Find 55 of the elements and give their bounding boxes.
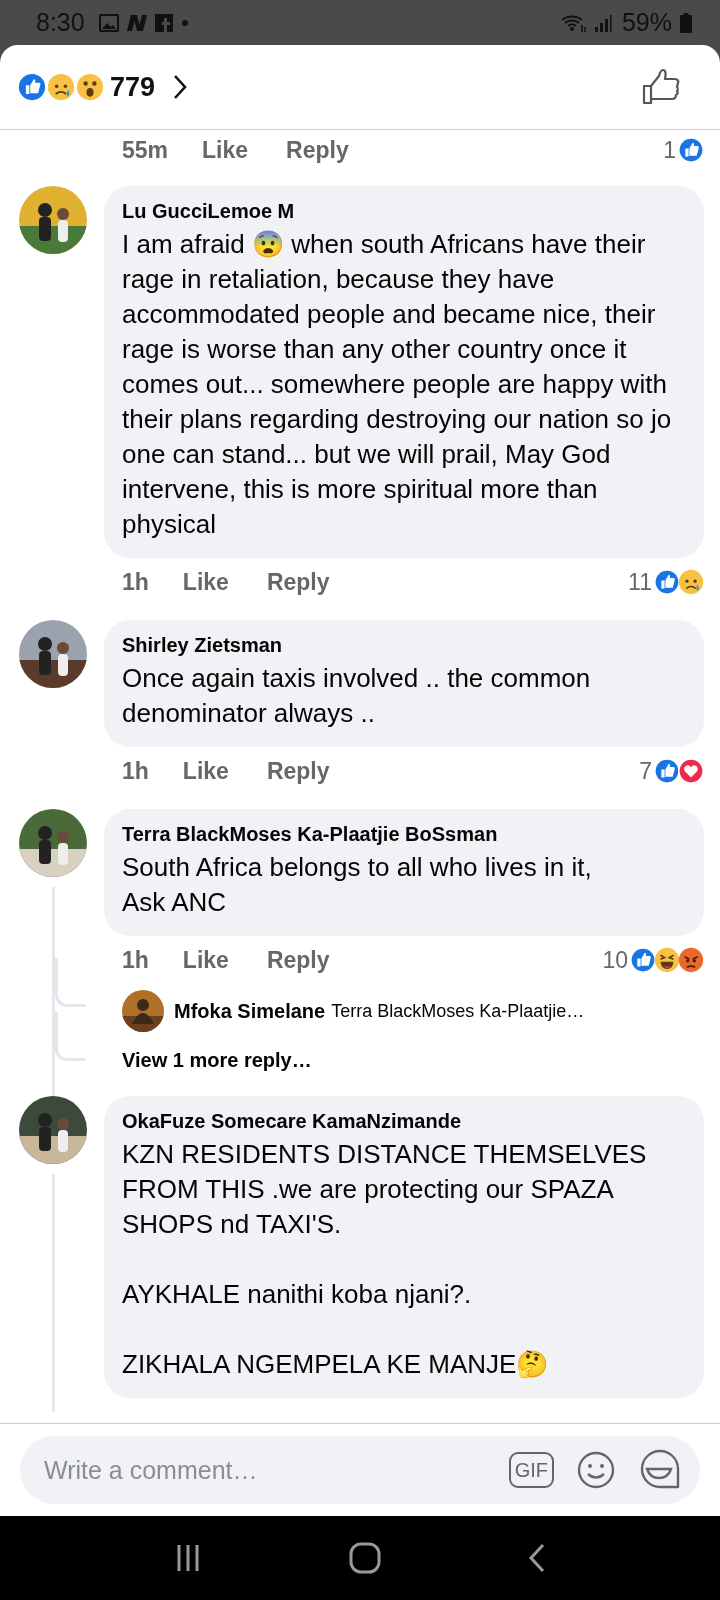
connector-line <box>55 958 86 1007</box>
comment-field[interactable]: Write a comment… GIF <box>20 1436 700 1504</box>
comment-author[interactable]: OkaFuze Somecare KamaNzimande <box>122 1110 680 1133</box>
comment-time: 1h <box>122 757 149 785</box>
thumbs-up-icon <box>18 73 46 101</box>
reaction-count: 10 <box>602 946 628 974</box>
comment-text: South Africa belongs to all who lives in it, Ask ANC <box>122 851 593 919</box>
comment-time: 55m <box>122 136 169 164</box>
reply-text: Terra BlackMoses Ka-Plaatjie… <box>331 1000 585 1022</box>
reaction-count: 11 <box>628 568 652 596</box>
crying-face-icon <box>47 73 75 101</box>
comment-time: 1h <box>122 568 149 596</box>
gif-button[interactable]: GIF <box>508 1452 554 1488</box>
app-icon <box>154 13 173 32</box>
battery-level: 59% <box>621 8 672 37</box>
image-icon <box>98 13 119 32</box>
angry-face-icon <box>678 947 704 973</box>
thumbs-up-icon <box>630 947 656 973</box>
connector-line <box>55 1012 86 1061</box>
crying-face-icon <box>678 569 704 595</box>
comment-text: Once again taxis involved .. the common denominator always .. <box>122 662 592 730</box>
battery-icon <box>680 12 692 33</box>
clock: 8:30 <box>36 8 85 37</box>
like-link[interactable]: Like <box>182 568 229 596</box>
reply-link[interactable]: Reply <box>266 568 330 596</box>
reaction-count[interactable]: 779 <box>110 71 156 103</box>
thumbs-up-icon <box>654 758 680 784</box>
home-icon[interactable] <box>348 1541 382 1575</box>
comment-time: 1h <box>122 946 149 974</box>
comment-author[interactable]: Shirley Zietsman <box>122 634 680 657</box>
reaction-count: 1 <box>663 136 676 164</box>
reply-link[interactable]: Reply <box>266 757 330 785</box>
comment-text: I am afraid 😨 when south Africans have their rage in retaliation, because they have accommodated people and became nice, their rage is worse than any other country once it comes out... somewhere people are happy with their plans regarding destroying our nation so jo one can stand... but we will prail, May God intervene, this is more spiritual more than physical <box>122 228 673 541</box>
surprised-face-icon <box>76 73 104 101</box>
like-link[interactable]: Like <box>202 136 249 164</box>
signal-icon <box>593 12 612 33</box>
smiley-icon[interactable] <box>576 1450 616 1490</box>
thumbs-up-icon <box>678 137 704 163</box>
chevron-right-icon[interactable] <box>173 74 188 100</box>
reply-link[interactable]: Reply <box>286 136 349 164</box>
reply-link[interactable]: Reply <box>266 946 330 974</box>
view-more-replies-link[interactable]: View 1 more reply… <box>122 1048 312 1072</box>
reaction-count: 7 <box>639 757 652 785</box>
reply-author[interactable]: Mfoka Simelane <box>174 999 326 1023</box>
laughing-face-icon <box>654 947 680 973</box>
app-icon <box>126 13 147 32</box>
thumbs-up-icon <box>654 569 680 595</box>
like-link[interactable]: Like <box>182 757 229 785</box>
comment-text: KZN RESIDENTS DISTANCE THEMSELVES FROM THIS .we are protecting our SPAZA SHOPS nd TAXI'S. AYKHALE nanithi koba njani?. ZIKHALA NGEMPELA KE MANJE🤔 <box>122 1138 648 1381</box>
like-link[interactable]: Like <box>182 946 229 974</box>
comment-author[interactable]: Lu GucciLemoe M <box>122 200 680 223</box>
sticker-icon[interactable] <box>638 1449 680 1491</box>
thumbs-up-icon[interactable] <box>642 68 680 106</box>
comment-author[interactable]: Terra BlackMoses Ka-Plaatjie BoSsman <box>122 823 680 846</box>
dot-icon <box>180 18 189 27</box>
